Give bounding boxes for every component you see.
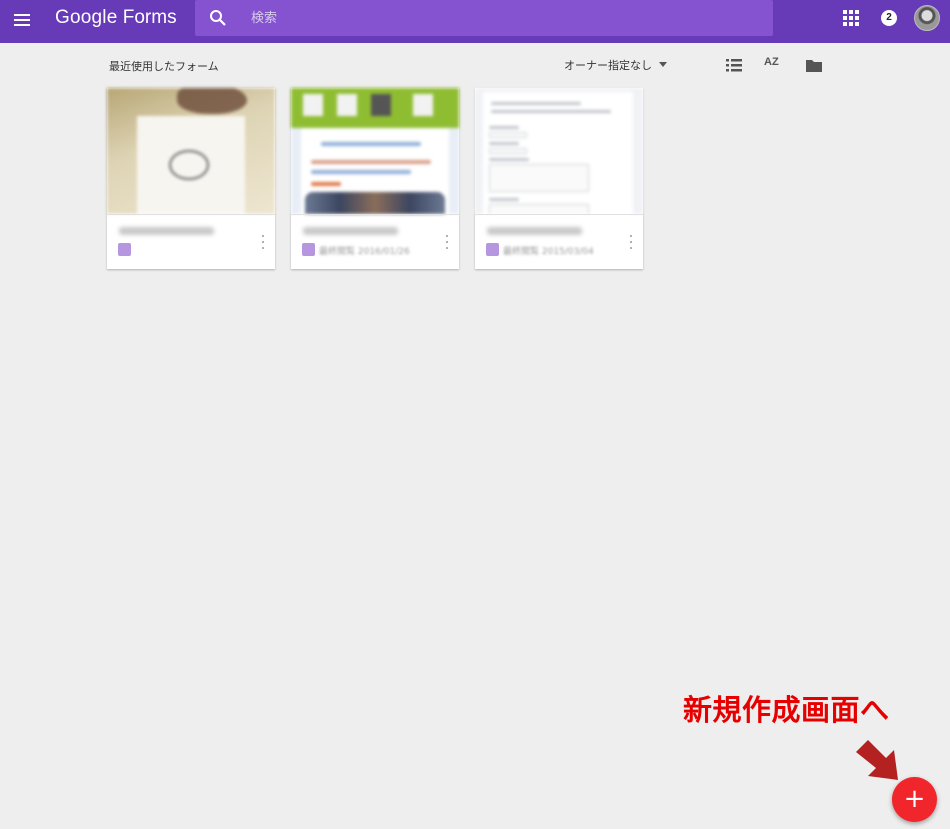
card-info: 最終閲覧 2015/03/04	[503, 247, 594, 257]
form-icon	[118, 243, 131, 256]
form-icon	[302, 243, 315, 256]
menu-icon[interactable]	[8, 6, 36, 34]
create-form-button[interactable]: +	[892, 777, 937, 822]
card-title-blurred	[119, 227, 214, 235]
search-bar[interactable]	[195, 0, 773, 36]
form-thumbnail	[107, 88, 275, 214]
sort-az-icon[interactable]: AZ	[764, 56, 782, 72]
card-meta: 最終閲覧 2015/03/04	[475, 214, 643, 269]
annotation-label: 新規作成画面へ	[683, 693, 890, 727]
chevron-down-icon	[659, 62, 667, 67]
logo-product: Forms	[122, 7, 177, 28]
form-thumbnail	[475, 88, 643, 214]
form-card[interactable]: 最終閲覧 2016/01/26	[291, 88, 459, 269]
folder-icon[interactable]	[805, 57, 823, 73]
section-title: 最近使用したフォーム	[109, 60, 219, 73]
sort-az-label: AZ	[764, 56, 779, 68]
avatar[interactable]	[914, 5, 940, 31]
list-view-icon[interactable]	[725, 57, 743, 73]
form-card[interactable]	[107, 88, 275, 269]
notification-badge[interactable]: 2	[881, 10, 897, 26]
more-vert-icon[interactable]	[445, 235, 449, 249]
app-header: Google Forms 2	[0, 0, 950, 43]
owner-filter-dropdown[interactable]: オーナー指定なし	[564, 57, 667, 73]
plus-icon: +	[903, 784, 926, 814]
form-icon	[486, 243, 499, 256]
search-icon[interactable]	[209, 9, 227, 27]
arrow-down-right-icon	[856, 740, 898, 780]
owner-filter-label: オーナー指定なし	[564, 59, 652, 72]
form-thumbnail	[291, 88, 459, 214]
card-info: 最終閲覧 2016/01/26	[319, 247, 410, 257]
more-vert-icon[interactable]	[261, 235, 265, 249]
card-title-blurred	[303, 227, 398, 235]
search-input[interactable]	[251, 6, 751, 30]
form-card[interactable]: 最終閲覧 2015/03/04	[475, 88, 643, 269]
apps-grid-icon[interactable]	[843, 10, 859, 26]
app-logo[interactable]: Google Forms	[55, 7, 177, 29]
card-meta: 最終閲覧 2016/01/26	[291, 214, 459, 269]
card-meta	[107, 214, 275, 269]
logo-google: Google	[55, 7, 118, 28]
card-title-blurred	[487, 227, 582, 235]
more-vert-icon[interactable]	[629, 235, 633, 249]
